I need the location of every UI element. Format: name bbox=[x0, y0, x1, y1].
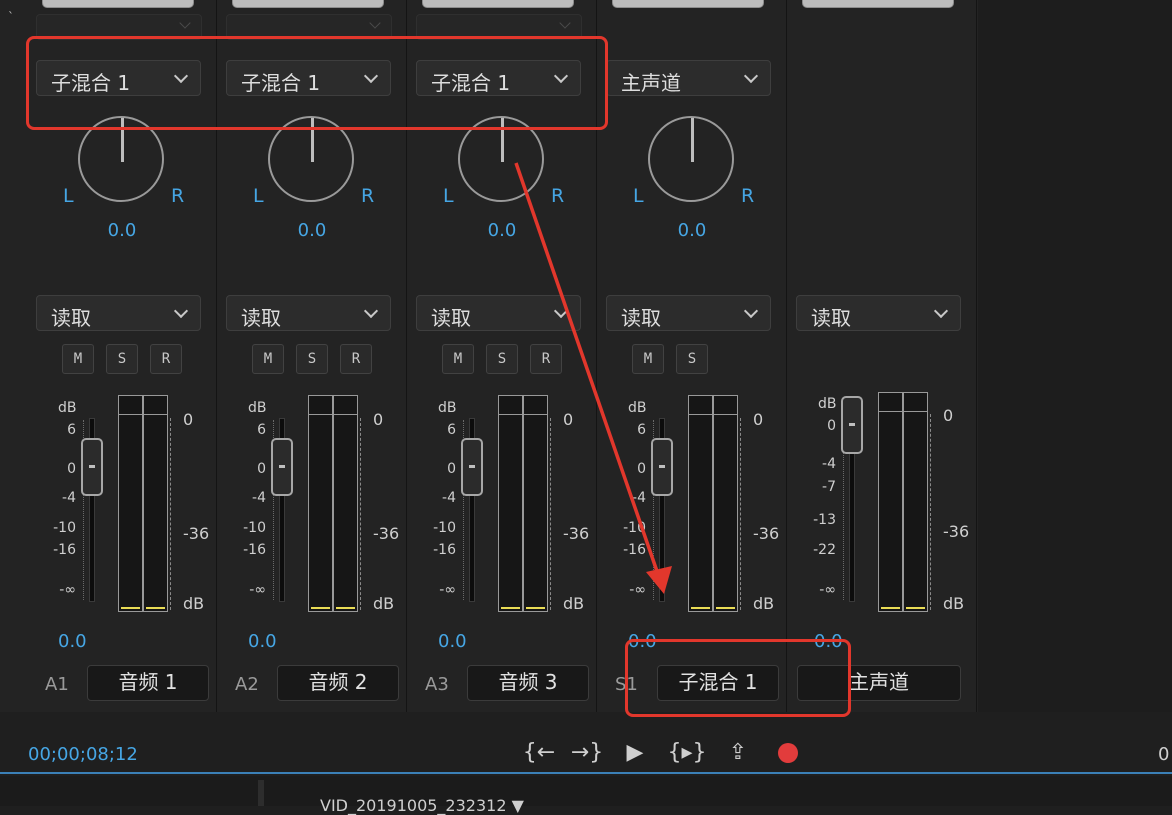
annotation-arrow bbox=[514, 162, 672, 594]
